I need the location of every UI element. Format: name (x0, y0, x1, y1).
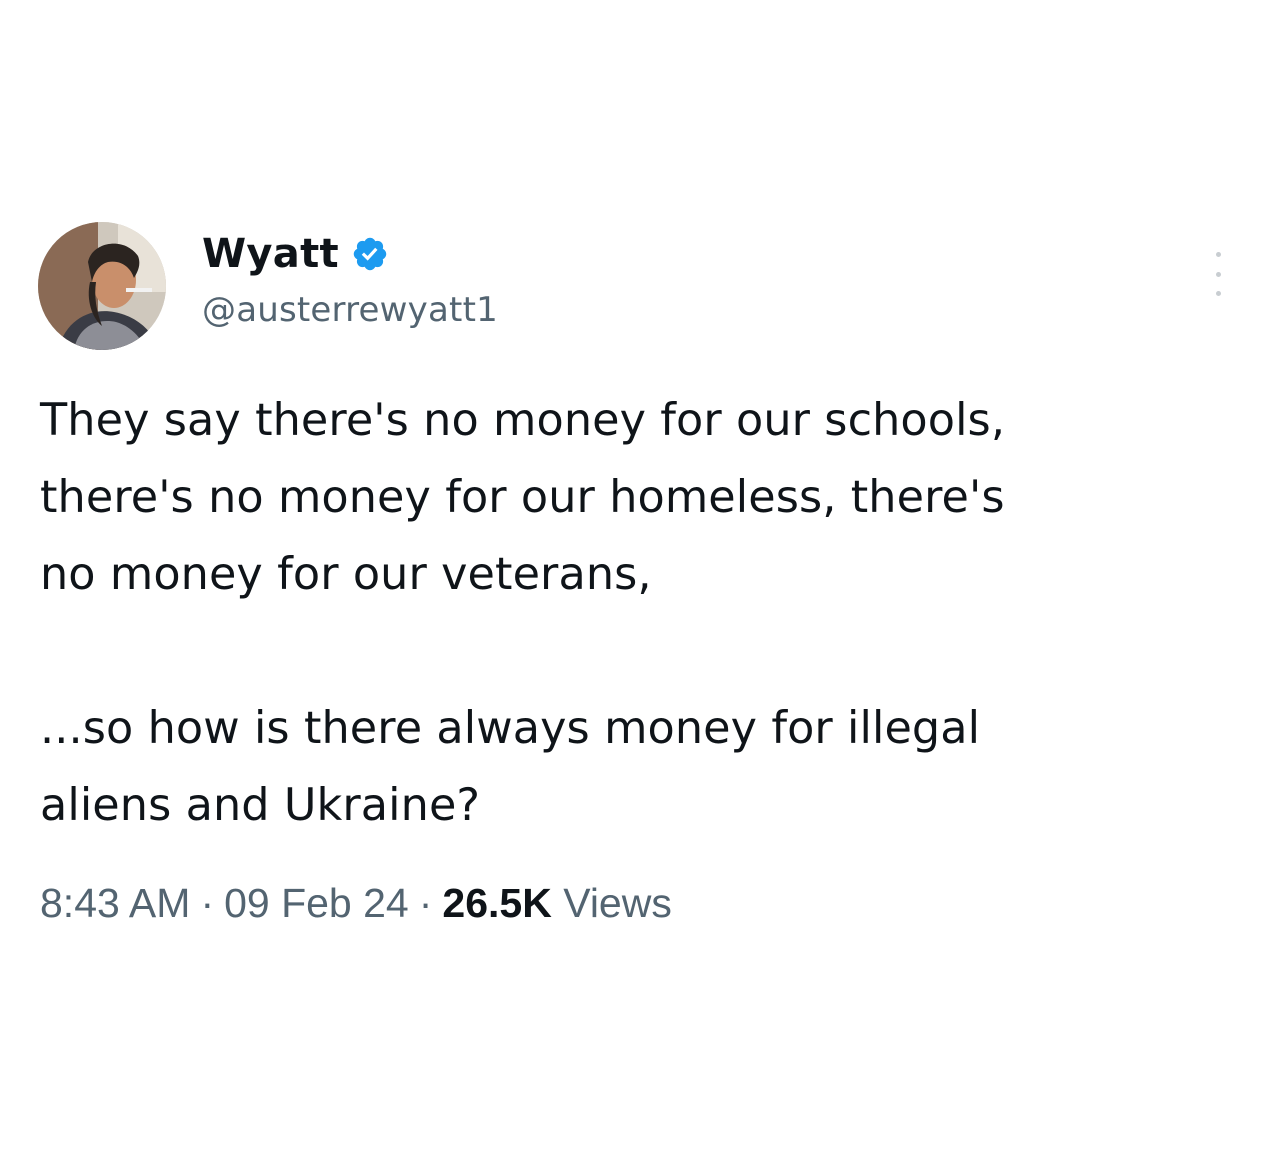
verified-badge-icon[interactable] (351, 235, 389, 273)
more-dot (1215, 252, 1221, 257)
tweet-text: They say there's no money for our school… (40, 382, 1260, 844)
author-name-row: Wyatt (202, 226, 389, 282)
tweet-card: Wyatt @austerrewyatt1 They say there's n… (0, 0, 1280, 1161)
author-handle[interactable]: @austerrewyatt1 (202, 290, 498, 330)
meta-separator: · (200, 880, 215, 926)
more-options-icon[interactable] (1204, 252, 1232, 296)
tweet-paragraph: They say there's no money for our school… (40, 395, 1006, 600)
more-dot (1215, 271, 1221, 277)
tweet-paragraph: ...so how is there always money for ille… (40, 703, 981, 831)
views-label: Views (563, 880, 672, 926)
avatar-photo-icon (38, 222, 166, 350)
tweet-date[interactable]: 09 Feb 24 (224, 880, 409, 926)
tweet-time[interactable]: 8:43 AM (40, 880, 190, 926)
more-dot (1215, 291, 1221, 296)
meta-separator: · (418, 880, 433, 926)
avatar[interactable] (38, 222, 166, 350)
display-name[interactable]: Wyatt (202, 231, 339, 277)
tweet-meta: 8:43 AM · 09 Feb 24 · 26.5K Views (40, 880, 672, 927)
views-count[interactable]: 26.5K (442, 880, 551, 926)
